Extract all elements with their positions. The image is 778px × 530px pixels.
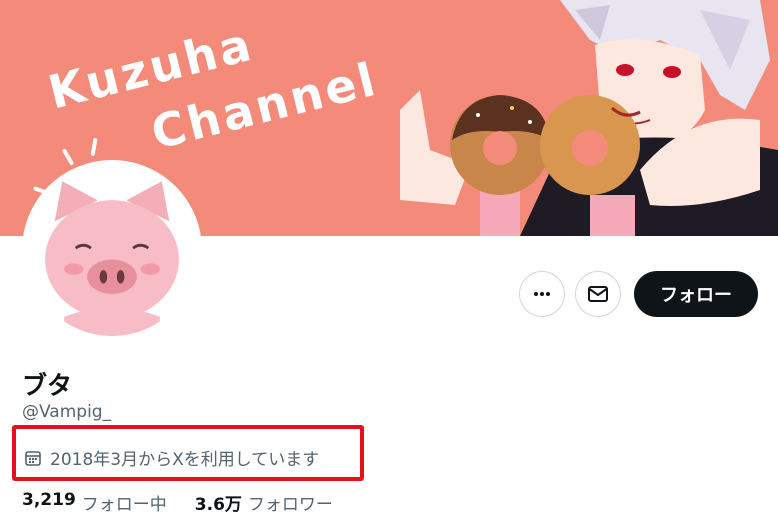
mail-icon [588, 286, 608, 302]
joined-date-text: 2018年3月からXを利用しています [50, 450, 320, 470]
profile-actions: フォロー [519, 271, 758, 317]
followers-label: フォロワー [247, 495, 333, 515]
joined-date-row: 2018年3月からXを利用しています [24, 445, 319, 470]
display-name: ブタ [22, 371, 73, 400]
calendar-icon [25, 450, 41, 466]
following-label: フォロー中 [81, 495, 167, 515]
following-link[interactable]: 3,219 フォロー中 [22, 490, 167, 515]
following-count: 3,219 [22, 490, 76, 510]
followers-count: 3.6万 [194, 495, 242, 515]
profile-stats: 3,219 フォロー中 3.6万 フォロワー [22, 490, 333, 515]
pig-avatar-image [26, 164, 198, 336]
more-button[interactable] [519, 271, 565, 317]
followers-link[interactable]: 3.6万 フォロワー [195, 490, 333, 515]
follow-button[interactable]: フォロー [634, 271, 758, 317]
user-handle: @Vampig_ [22, 402, 112, 422]
more-icon [534, 292, 550, 296]
message-button[interactable] [575, 271, 621, 317]
avatar[interactable] [22, 160, 202, 340]
